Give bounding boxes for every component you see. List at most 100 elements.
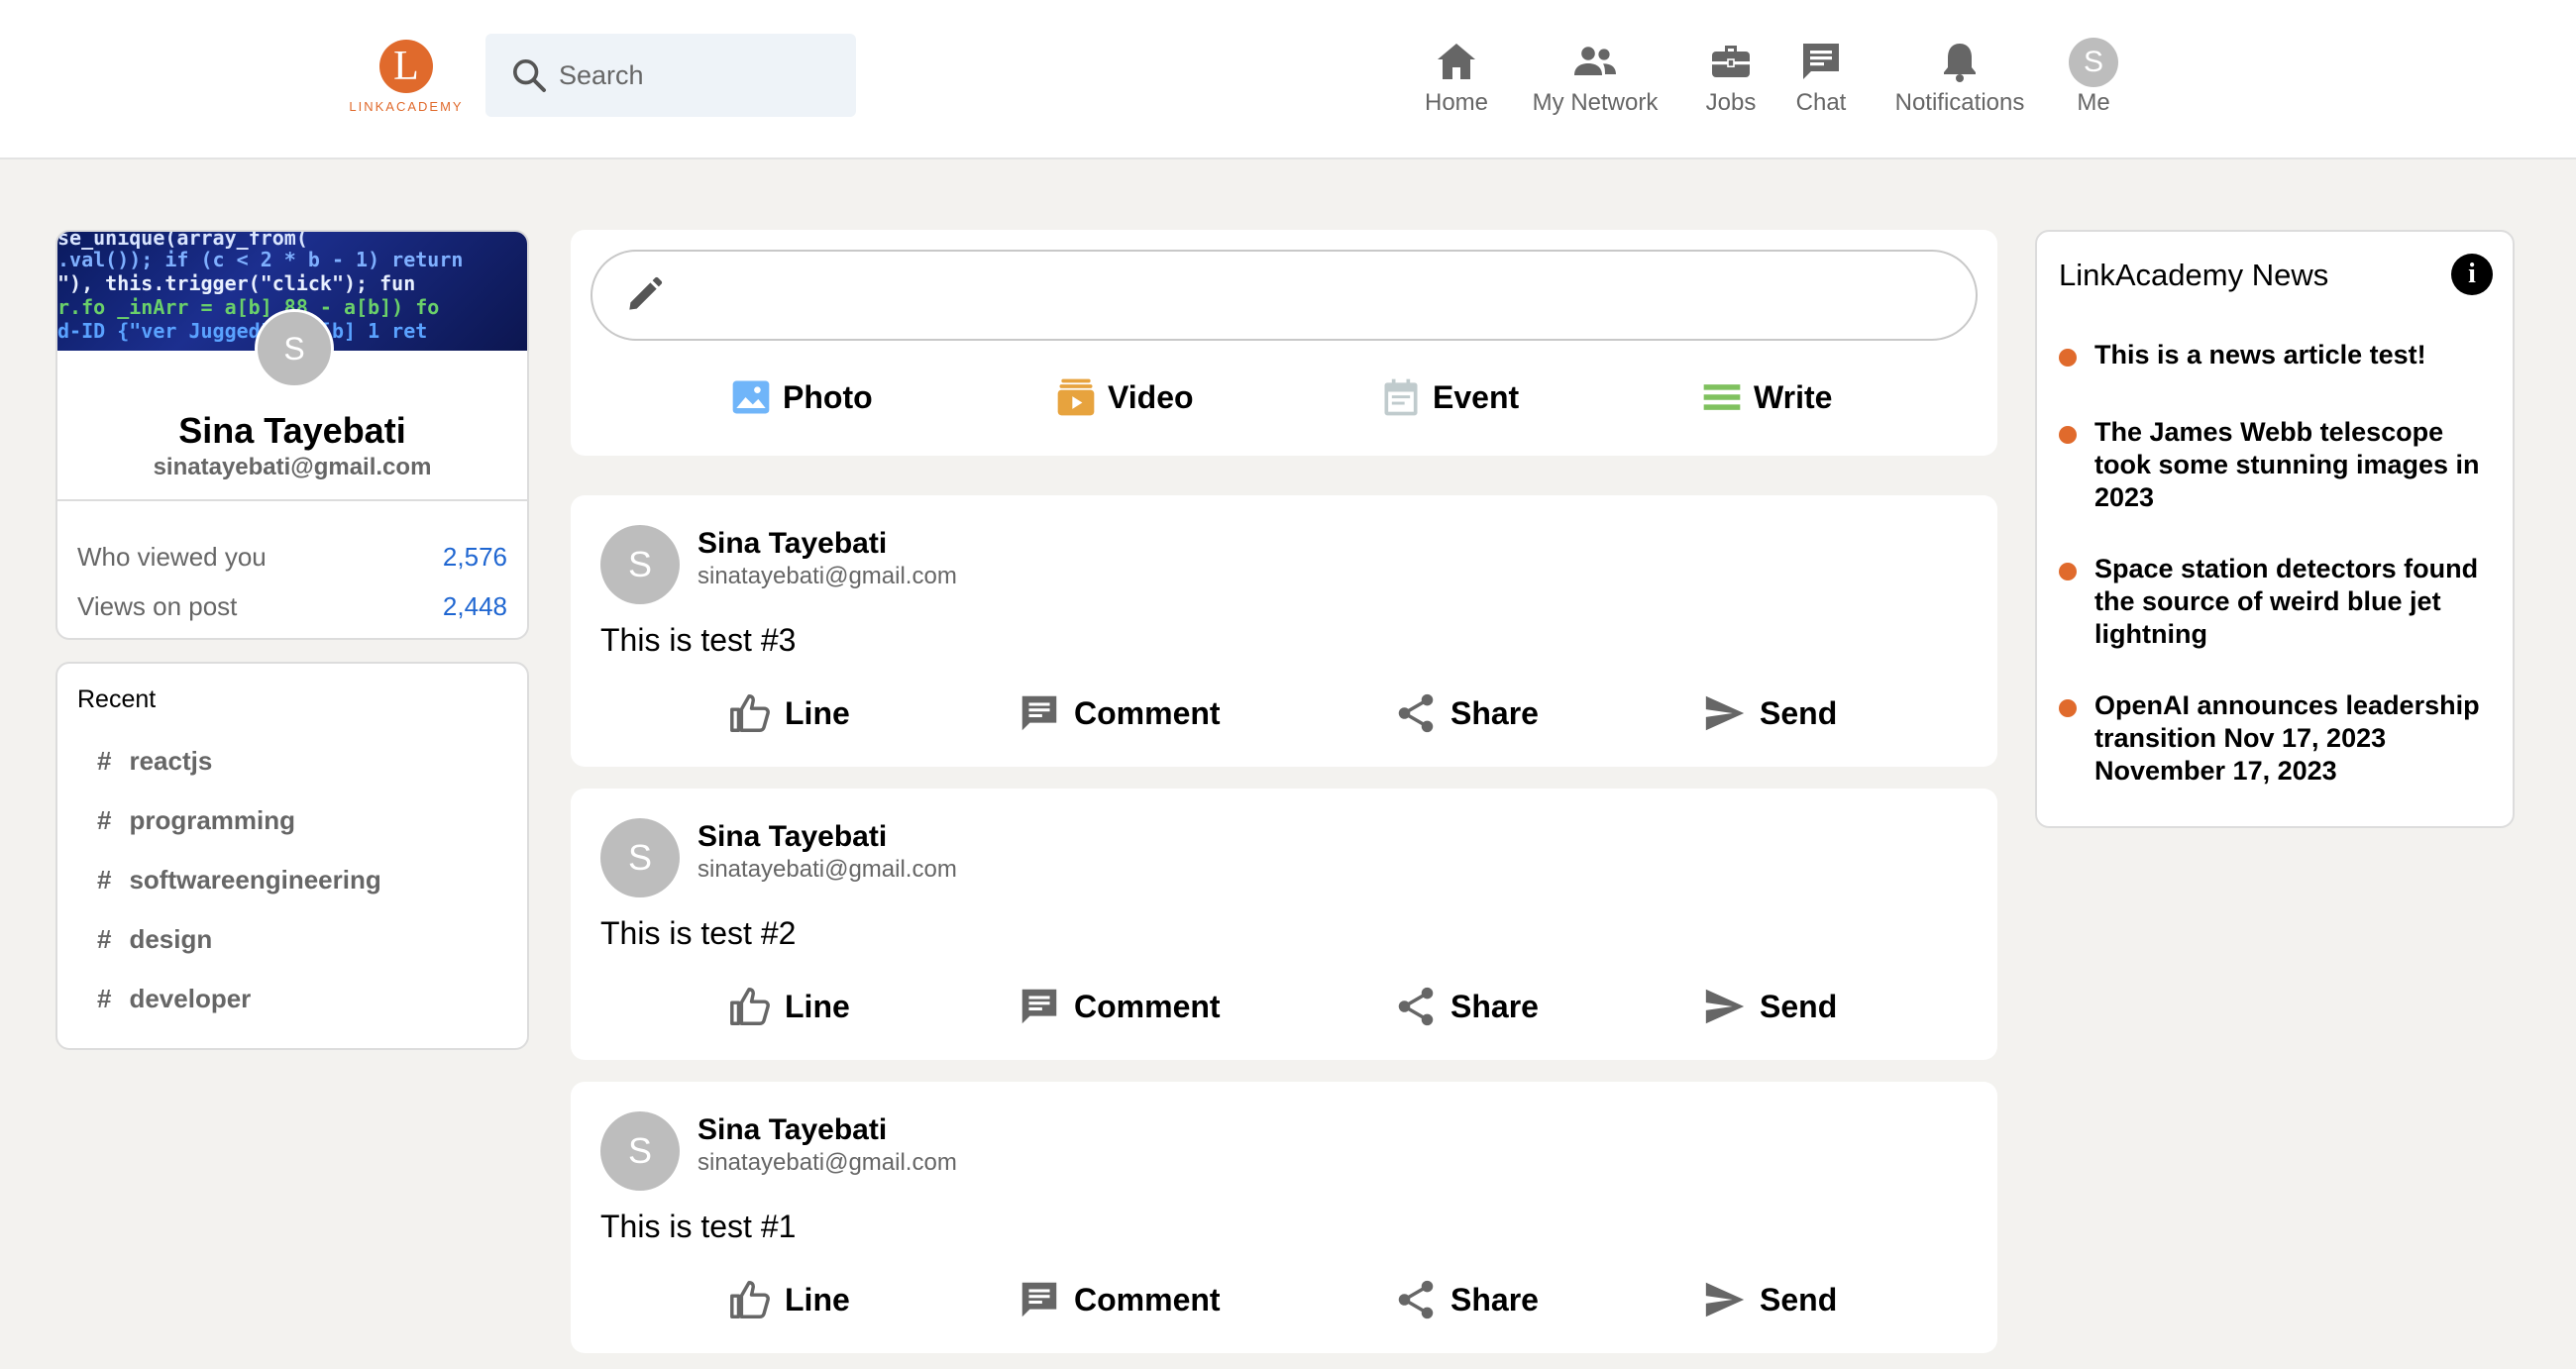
recent-item-label: softwareengineering (129, 864, 381, 895)
share-photo-button[interactable]: Photo (729, 372, 873, 422)
post-action-label: Share (1450, 694, 1539, 731)
recent-item-developer[interactable]: # developer (97, 979, 251, 1018)
share-write-article-button[interactable]: Write (1700, 372, 1832, 422)
share-video-button[interactable]: Video (1054, 372, 1194, 422)
send-icon (1705, 695, 1745, 731)
comment-icon (1021, 695, 1057, 731)
stat-value: 2,448 (442, 590, 507, 621)
post-action-label: Line (785, 988, 850, 1024)
nav-jobs-label: Jobs (1705, 89, 1757, 116)
nav-home-label: Home (1424, 89, 1489, 116)
nav-my-network-label: My Network (1532, 89, 1659, 116)
news-item[interactable]: The James Webb telescope took some stunn… (2059, 416, 2495, 514)
nav-home[interactable]: Home (1417, 38, 1496, 121)
news-item-text: OpenAI announces leadership transition N… (2094, 690, 2480, 786)
calendar-icon (1384, 378, 1418, 416)
hashtag-icon: # (97, 864, 112, 895)
bullet-dot-icon (2059, 349, 2077, 367)
post-avatar[interactable]: S (600, 1111, 680, 1191)
post-text: This is test #3 (600, 622, 797, 658)
recent-title: Recent (77, 685, 157, 713)
post-action-label: Comment (1074, 694, 1221, 731)
recent-item-design[interactable]: # design (97, 919, 212, 959)
search-bar[interactable] (485, 34, 856, 117)
nav-my-network[interactable]: My Network (1526, 38, 1664, 121)
post-author-name[interactable]: Sina Tayebati (698, 527, 887, 561)
nav-notifications[interactable]: Notifications (1882, 38, 2037, 121)
hashtag-icon: # (97, 745, 112, 776)
post-action-label: Send (1760, 694, 1838, 731)
share-option-label: Event (1433, 378, 1520, 415)
send-button[interactable]: Send (1702, 1272, 1837, 1327)
home-icon (1438, 44, 1475, 79)
post-author-name[interactable]: Sina Tayebati (698, 820, 887, 854)
share-button[interactable]: Share (1393, 685, 1539, 741)
photo-icon (732, 380, 770, 414)
stat-who-viewed-you[interactable]: Who viewed you 2,576 (77, 537, 507, 577)
post-action-label: Comment (1074, 1281, 1221, 1317)
linkacademy-logo[interactable]: L LINKACADEMY (349, 40, 464, 115)
info-icon[interactable]: i (2451, 254, 2493, 295)
post-action-label: Share (1450, 988, 1539, 1024)
stat-views-on-post[interactable]: Views on post 2,448 (77, 586, 507, 626)
post-action-label: Send (1760, 1281, 1838, 1317)
network-icon (1574, 47, 1616, 75)
share-icon (1398, 987, 1434, 1026)
top-nav-bar: L LINKACADEMY Home My Network Jobs (0, 0, 2576, 159)
recent-item-softwareengineering[interactable]: # softwareengineering (97, 860, 381, 899)
post-author-email: sinatayebati@gmail.com (698, 1149, 957, 1176)
post-card: S Sina Tayebati sinatayebati@gmail.com T… (571, 1082, 1997, 1353)
news-item[interactable]: This is a news article test! (2059, 339, 2495, 371)
news-item[interactable]: OpenAI announces leadership transition N… (2059, 689, 2495, 788)
like-button[interactable]: Line (727, 979, 850, 1034)
post-avatar[interactable]: S (600, 818, 680, 897)
post-action-label: Line (785, 1281, 850, 1317)
profile-divider (57, 499, 527, 501)
like-button[interactable]: Line (727, 685, 850, 741)
post-avatar[interactable]: S (600, 525, 680, 604)
recent-item-programming[interactable]: # programming (97, 800, 295, 840)
send-icon (1705, 1282, 1745, 1317)
nav-me[interactable]: S Me (2059, 38, 2128, 121)
send-icon (1705, 989, 1745, 1024)
comment-icon (1021, 989, 1057, 1024)
profile-email: sinatayebati@gmail.com (153, 454, 432, 480)
share-button[interactable]: Share (1393, 979, 1539, 1034)
comment-button[interactable]: Comment (1017, 1272, 1221, 1327)
share-button[interactable]: Share (1393, 1272, 1539, 1327)
post-action-label: Line (785, 694, 850, 731)
post-author-email: sinatayebati@gmail.com (698, 856, 957, 883)
stat-label: Views on post (77, 590, 238, 621)
news-item[interactable]: Space station detectors found the source… (2059, 553, 2495, 651)
post-action-label: Share (1450, 1281, 1539, 1317)
bullet-dot-icon (2059, 426, 2077, 444)
send-button[interactable]: Send (1702, 979, 1837, 1034)
briefcase-icon (1712, 46, 1750, 77)
send-button[interactable]: Send (1702, 685, 1837, 741)
comment-button[interactable]: Comment (1017, 979, 1221, 1034)
thumbs-up-icon (730, 1281, 770, 1318)
post-card: S Sina Tayebati sinatayebati@gmail.com T… (571, 789, 1997, 1060)
pencil-icon (629, 276, 663, 310)
recent-item-label: programming (129, 804, 296, 835)
thumbs-up-icon (730, 694, 770, 732)
share-icon (1398, 693, 1434, 733)
post-author-name[interactable]: Sina Tayebati (698, 1113, 887, 1147)
profile-avatar[interactable]: S (255, 309, 334, 388)
recent-item-reactjs[interactable]: # reactjs (97, 741, 212, 781)
search-input[interactable] (559, 59, 836, 91)
comment-button[interactable]: Comment (1017, 685, 1221, 741)
nav-jobs[interactable]: Jobs (1694, 38, 1768, 121)
recent-card: Recent # reactjs # programming # softwar… (55, 662, 529, 1050)
nav-chat[interactable]: Chat (1789, 38, 1853, 121)
profile-name[interactable]: Sina Tayebati (57, 410, 527, 452)
like-button[interactable]: Line (727, 1272, 850, 1327)
post-text: This is test #1 (600, 1209, 797, 1244)
nav-chat-label: Chat (1795, 89, 1847, 116)
logo-text: LINKACADEMY (349, 99, 464, 114)
hashtag-icon: # (97, 983, 112, 1013)
article-icon (1703, 384, 1741, 410)
start-post-input[interactable] (590, 250, 1978, 341)
news-item-text: This is a news article test! (2094, 340, 2426, 369)
share-event-button[interactable]: Event (1379, 372, 1519, 422)
